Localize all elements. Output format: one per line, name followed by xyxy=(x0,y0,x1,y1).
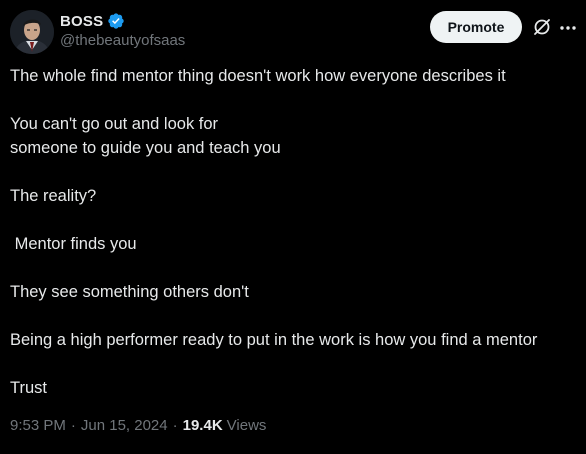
tweet-paragraph: Being a high performer ready to put in t… xyxy=(10,331,538,349)
tweet-text: The whole find mentor thing doesn't work… xyxy=(10,64,580,400)
tweet-meta: 9:53 PM · Jun 15, 2024 · 19.4K Views xyxy=(10,417,266,434)
more-icon[interactable] xyxy=(558,18,578,38)
promote-button[interactable]: Promote xyxy=(430,11,522,43)
avatar[interactable] xyxy=(10,10,54,54)
handle[interactable]: @thebeautyofsaas xyxy=(60,32,185,49)
tweet-card: BOSS @thebeautyofsaas Promote The whole … xyxy=(0,0,586,454)
meta-separator: · xyxy=(70,417,76,434)
tweet-paragraph: Mentor finds you xyxy=(10,235,137,253)
avatar-icon xyxy=(10,10,54,54)
tweet-paragraph: The whole find mentor thing doesn't work… xyxy=(10,67,506,85)
display-name[interactable]: BOSS xyxy=(60,13,103,30)
tweet-paragraph: Trust xyxy=(10,379,47,397)
views-label: Views xyxy=(226,417,267,434)
grok-icon[interactable] xyxy=(532,17,552,37)
verified-badge-icon xyxy=(107,12,125,30)
meta-separator: · xyxy=(172,417,178,434)
tweet-paragraph: You can't go out and look for someone to… xyxy=(10,115,281,157)
tweet-paragraph: They see something others don't xyxy=(10,283,249,301)
author-block: BOSS @thebeautyofsaas xyxy=(60,12,185,50)
name-row: BOSS xyxy=(60,12,185,30)
tweet-date[interactable]: Jun 15, 2024 xyxy=(81,417,168,434)
tweet-time[interactable]: 9:53 PM xyxy=(10,417,66,434)
tweet-paragraph: The reality? xyxy=(10,187,97,205)
views-count: 19.4K xyxy=(182,417,223,434)
